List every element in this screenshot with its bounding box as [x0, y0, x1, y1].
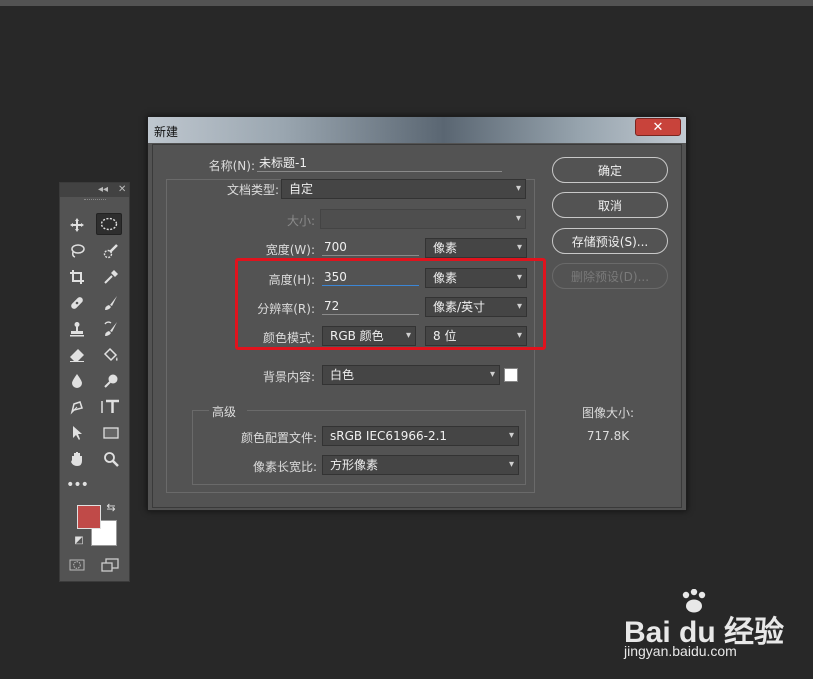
- lasso-tool-icon[interactable]: [64, 240, 90, 262]
- size-select: ▾: [320, 209, 526, 229]
- background-value: 白色: [330, 368, 355, 382]
- dialog-title: 新建: [154, 125, 179, 139]
- background-select[interactable]: 白色 ▾: [322, 365, 500, 385]
- panel-grip[interactable]: [84, 199, 106, 203]
- chevron-down-icon: ▾: [515, 213, 521, 224]
- dodge-tool-icon[interactable]: [98, 370, 124, 392]
- dialog-body: 名称(N): 未标题-1 文档类型: 自定 ▾ 大小: ▾ 宽度(W): 700…: [152, 144, 682, 508]
- quick-selection-tool-icon[interactable]: [98, 240, 124, 262]
- color-profile-select[interactable]: sRGB IEC61966-2.1 ▾: [322, 426, 519, 446]
- dialog-titlebar[interactable]: 新建 ✕: [148, 117, 686, 143]
- chevron-down-icon: ▾: [516, 242, 522, 253]
- highlight-annotation: [235, 258, 546, 350]
- doc-type-select[interactable]: 自定 ▾: [281, 179, 526, 199]
- chevron-down-icon: ▾: [489, 369, 495, 380]
- eraser-tool-icon[interactable]: [64, 344, 90, 366]
- move-tool-icon[interactable]: [64, 214, 90, 236]
- doc-type-value: 自定: [289, 182, 314, 196]
- more-tools-icon[interactable]: •••: [64, 474, 90, 496]
- ok-button[interactable]: 确定: [552, 157, 668, 183]
- advanced-label: 高级: [209, 403, 247, 420]
- pixel-aspect-label: 像素长宽比:: [252, 460, 317, 474]
- blur-tool-icon[interactable]: [64, 370, 90, 392]
- default-colors-icon[interactable]: ◩: [72, 533, 86, 547]
- width-input[interactable]: 700: [322, 238, 419, 256]
- save-preset-button[interactable]: 存储预设(S)...: [552, 228, 668, 254]
- width-label: 宽度(W):: [265, 243, 315, 257]
- color-profile-value: sRGB IEC61966-2.1: [330, 429, 448, 443]
- close-panel-icon[interactable]: ✕: [118, 183, 126, 197]
- quick-mask-icon[interactable]: [66, 556, 88, 574]
- name-label: 名称(N):: [208, 159, 255, 173]
- clone-stamp-tool-icon[interactable]: [64, 318, 90, 340]
- hand-tool-icon[interactable]: [64, 448, 90, 470]
- name-input[interactable]: 未标题-1: [257, 154, 502, 172]
- width-unit-select[interactable]: 像素 ▾: [425, 238, 527, 258]
- rectangle-tool-icon[interactable]: [98, 422, 124, 444]
- healing-brush-tool-icon[interactable]: [64, 292, 90, 314]
- pixel-aspect-value: 方形像素: [330, 458, 379, 472]
- brush-tool-icon[interactable]: [98, 292, 124, 314]
- close-icon: ✕: [652, 119, 664, 135]
- paint-bucket-tool-icon[interactable]: [98, 344, 124, 366]
- collapse-panel-icon[interactable]: ◂◂: [98, 183, 108, 197]
- tools-panel-header: ◂◂ ✕: [60, 183, 129, 197]
- background-label: 背景内容:: [262, 370, 315, 384]
- background-color-preview[interactable]: [504, 368, 518, 382]
- width-unit-value: 像素: [433, 241, 458, 255]
- delete-preset-button: 删除预设(D)...: [552, 263, 668, 289]
- watermark-site: jingyan.baidu.com: [624, 643, 737, 659]
- doc-type-label: 文档类型:: [226, 183, 279, 197]
- app-top-bar: [0, 0, 813, 6]
- new-document-dialog: 新建 ✕ 名称(N): 未标题-1 文档类型: 自定 ▾ 大小: ▾ 宽度(W)…: [147, 116, 687, 511]
- image-size-label: 图像大小:: [581, 406, 635, 420]
- pixel-aspect-select[interactable]: 方形像素 ▾: [322, 455, 519, 475]
- zoom-tool-icon[interactable]: [98, 448, 124, 470]
- pen-tool-icon[interactable]: [64, 396, 90, 418]
- color-profile-label: 颜色配置文件:: [240, 431, 317, 445]
- path-selection-tool-icon[interactable]: [64, 422, 90, 444]
- swap-colors-icon[interactable]: ⇆: [104, 500, 118, 514]
- chevron-down-icon: ▾: [515, 183, 521, 194]
- chevron-down-icon: ▾: [508, 430, 514, 441]
- type-tool-icon[interactable]: [98, 396, 124, 418]
- crop-tool-icon[interactable]: [64, 266, 90, 288]
- image-size-value: 717.8K: [586, 429, 630, 443]
- screen-mode-icon[interactable]: [98, 556, 122, 574]
- chevron-down-icon: ▾: [508, 459, 514, 470]
- cancel-button[interactable]: 取消: [552, 192, 668, 218]
- history-brush-tool-icon[interactable]: [98, 318, 124, 340]
- ellipse-marquee-tool-icon[interactable]: [96, 213, 122, 235]
- eyedropper-tool-icon[interactable]: [98, 266, 124, 288]
- size-label: 大小:: [286, 214, 315, 228]
- foreground-color-swatch[interactable]: [77, 505, 101, 529]
- close-dialog-button[interactable]: ✕: [635, 118, 681, 136]
